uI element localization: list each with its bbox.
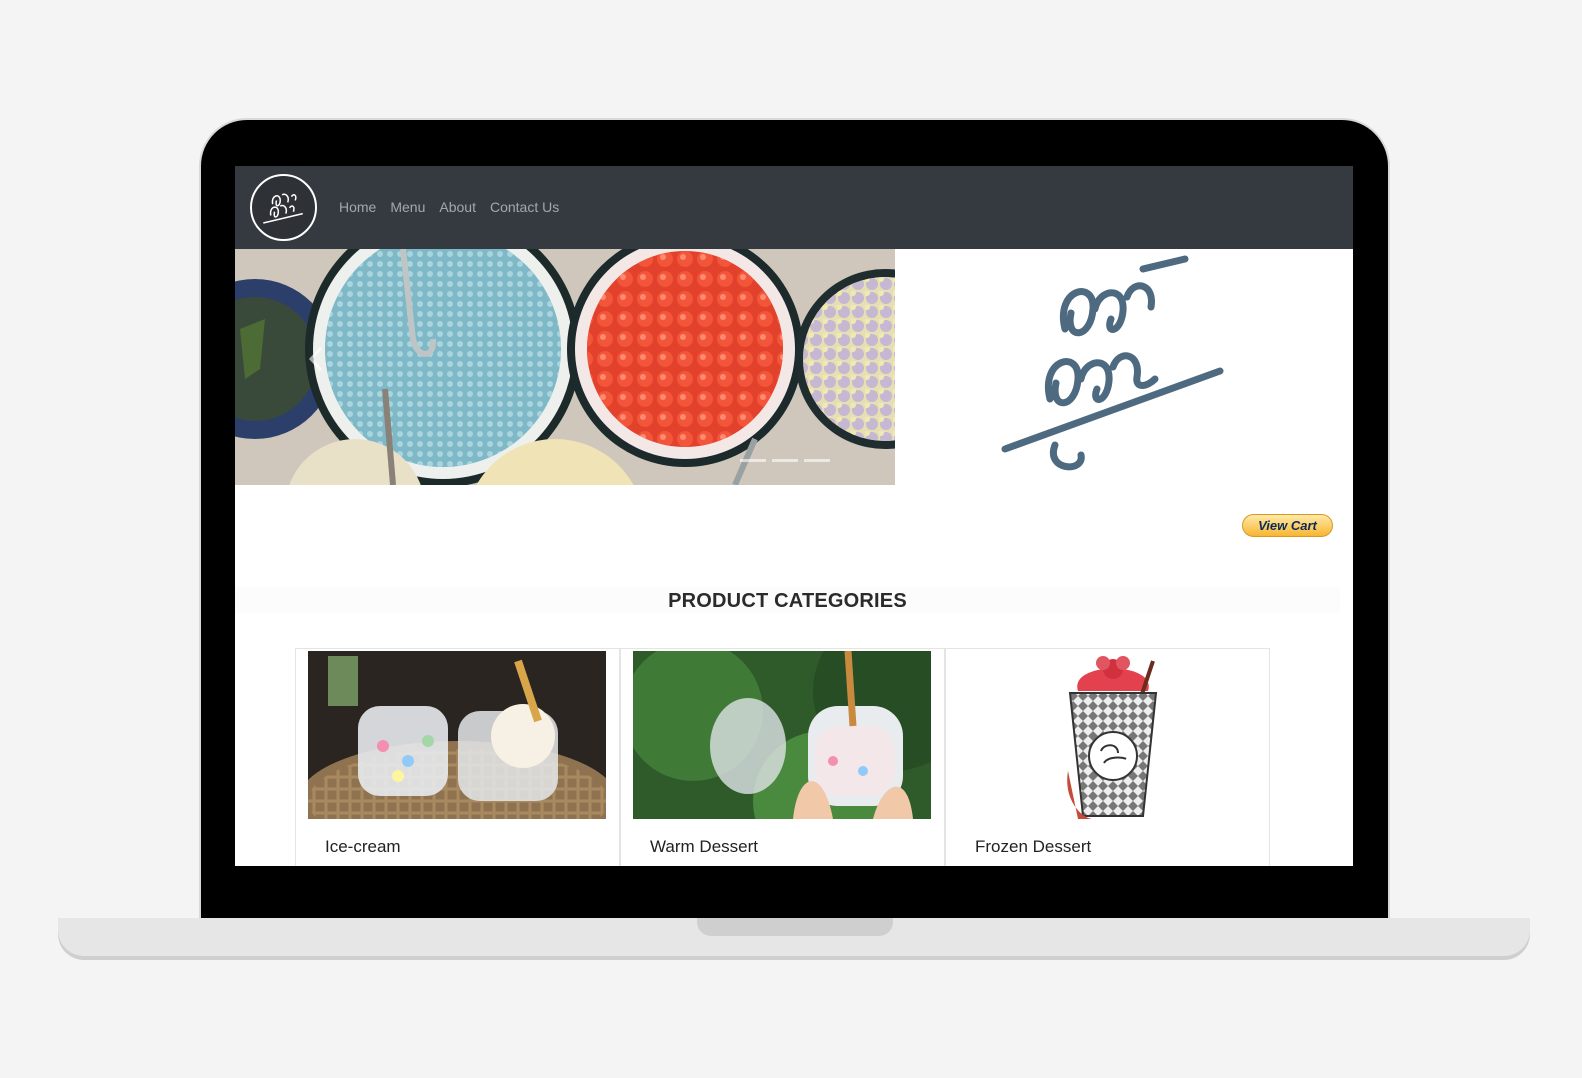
carousel-indicator[interactable] [772, 459, 798, 462]
script-logo-icon [263, 193, 303, 224]
browser-viewport: Home Menu About Contact Us View Cart PRO… [235, 166, 1353, 866]
hero-script-logo [995, 249, 1235, 474]
carousel-indicator[interactable] [804, 459, 830, 462]
nav-link-home[interactable]: Home [339, 199, 376, 215]
category-card-ice-cream[interactable]: Ice-cream [295, 648, 620, 866]
carousel-indicator[interactable] [740, 459, 766, 462]
ice-cream-image [308, 651, 606, 819]
navbar: Home Menu About Contact Us [235, 166, 1353, 249]
chevron-left-icon [308, 346, 323, 372]
warm-dessert-image [633, 651, 931, 819]
hero-carousel[interactable] [235, 249, 895, 485]
category-title: Ice-cream [325, 837, 401, 856]
view-cart-button[interactable]: View Cart [1242, 514, 1333, 537]
category-title: Warm Dessert [650, 837, 758, 856]
carousel-prev-button[interactable] [307, 344, 327, 374]
category-title: Frozen Dessert [975, 837, 1092, 856]
nav-link-menu[interactable]: Menu [390, 199, 425, 215]
category-card-warm-dessert[interactable]: Warm Dessert [620, 648, 945, 866]
product-categories-heading: PRODUCT CATEGORIES [668, 590, 907, 612]
laptop-notch [697, 918, 893, 936]
nav-link-contact-us[interactable]: Contact Us [490, 199, 559, 215]
nav-links: Home Menu About Contact Us [339, 199, 559, 215]
dessert-bowls-image [235, 249, 895, 485]
script-logo-icon [1001, 255, 1224, 471]
category-card-frozen-dessert[interactable]: Frozen Dessert [945, 648, 1270, 866]
nav-link-about[interactable]: About [439, 199, 476, 215]
frozen-dessert-image [958, 651, 1256, 819]
carousel-indicators [740, 459, 830, 462]
brand-logo[interactable] [250, 174, 317, 241]
